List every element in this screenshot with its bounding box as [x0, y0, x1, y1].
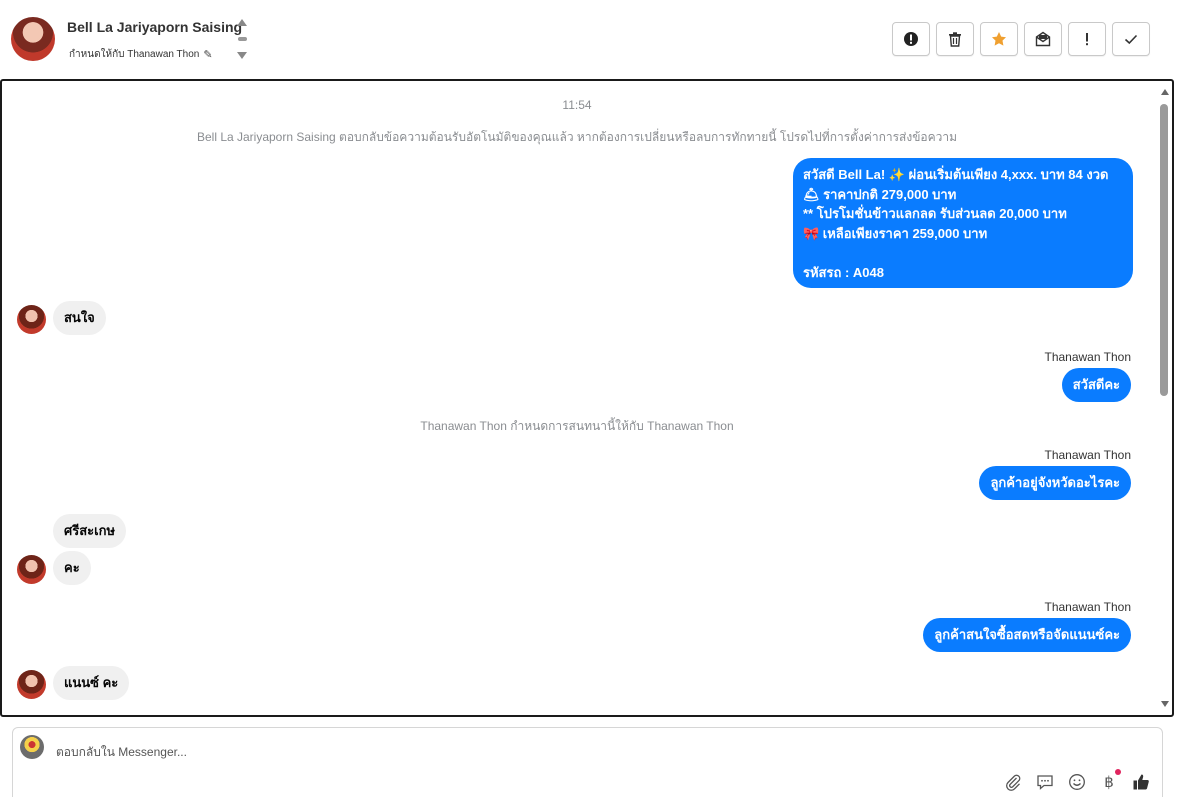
outgoing-message[interactable]: ลูกค้าสนใจซื้อสดหรือจัดแนนซ์คะ: [923, 618, 1131, 652]
chat-scrollbar[interactable]: [1160, 87, 1170, 709]
contact-avatar[interactable]: [11, 17, 55, 61]
drag-handle-icon: [237, 37, 247, 41]
incoming-message[interactable]: แนนซ์ คะ: [53, 666, 130, 700]
exclamation-circle-icon: [904, 32, 918, 46]
outgoing-message[interactable]: สวัสดีคะ: [1061, 368, 1131, 402]
contact-name[interactable]: Bell La Jariyaporn Saising: [67, 19, 242, 35]
delete-button[interactable]: [936, 22, 974, 56]
promo-line: สวัสดี Bell La! ✨ ผ่อนเริ่มต้นเพียง 4,xx…: [803, 167, 1109, 182]
promo-message-bubble[interactable]: สวัสดี Bell La! ✨ ผ่อนเริ่มต้นเพียง 4,xx…: [793, 158, 1133, 288]
notification-dot: [1115, 769, 1121, 775]
saved-replies-button[interactable]: [1035, 772, 1055, 792]
star-button[interactable]: [980, 22, 1018, 56]
chat-bubble-icon: [1037, 775, 1053, 790]
incoming-message[interactable]: ศรีสะเกษ: [53, 514, 127, 548]
like-button[interactable]: [1131, 772, 1151, 792]
assignment-text: กำหนดให้กับ Thanawan Thon: [69, 49, 200, 60]
auto-reply-notice: Bell La Jariyaporn Saising ตอบกลับข้อควา…: [196, 130, 958, 144]
previous-conversation-icon[interactable]: [237, 19, 247, 26]
important-button[interactable]: [1068, 22, 1106, 56]
page-avatar: [20, 735, 44, 759]
paperclip-icon: [1006, 774, 1021, 791]
sender-name: Thanawan Thon: [1044, 600, 1131, 614]
incoming-message[interactable]: คะ: [53, 551, 91, 585]
message-thread[interactable]: 11:54 Bell La Jariyaporn Saising ตอบกลับ…: [0, 79, 1174, 717]
spam-button[interactable]: [892, 22, 930, 56]
promo-line: [803, 243, 1123, 263]
reply-composer[interactable]: ตอบกลับใน Messenger... ฿: [12, 727, 1163, 797]
thumbs-up-icon: [1133, 774, 1149, 790]
promo-line: ** โปรโมชั่นข้าวแลกลด รับส่วนลด 20,000 บ…: [803, 206, 1067, 221]
message-timestamp: 11:54: [562, 98, 592, 112]
smiley-icon: [1069, 774, 1085, 790]
scroll-up-arrow-icon[interactable]: [1161, 89, 1169, 95]
check-icon: [1124, 34, 1138, 45]
scrollbar-thumb[interactable]: [1160, 104, 1168, 396]
exclamation-icon: [1086, 33, 1088, 46]
pencil-icon[interactable]: ✎: [203, 48, 212, 61]
assignment-notice: Thanawan Thon กำหนดการสนทนานี้ให้กับ Tha…: [420, 419, 734, 433]
attach-button[interactable]: [1003, 772, 1023, 792]
assignment-label[interactable]: กำหนดให้กับ Thanawan Thon ✎: [69, 47, 213, 62]
contact-avatar-small: [17, 670, 46, 699]
reply-input[interactable]: ตอบกลับใน Messenger...: [56, 743, 187, 762]
contact-avatar-small: [17, 305, 46, 334]
sender-name: Thanawan Thon: [1044, 350, 1131, 364]
promo-line: รหัสรถ : A048: [803, 264, 884, 280]
conversation-header: Bell La Jariyaporn Saising กำหนดให้กับ T…: [0, 0, 1174, 78]
promo-line: 🎀 เหลือเพียงราคา 259,000 บาท: [803, 225, 988, 241]
contact-avatar-small: [17, 555, 46, 584]
next-conversation-icon[interactable]: [237, 52, 247, 59]
baht-icon: ฿: [1104, 773, 1114, 791]
done-button[interactable]: [1112, 22, 1150, 56]
outgoing-message[interactable]: ลูกค้าอยู่จังหวัดอะไรคะ: [979, 466, 1131, 500]
sender-name: Thanawan Thon: [1044, 448, 1131, 462]
conversation-nav: [236, 19, 248, 59]
scroll-down-arrow-icon[interactable]: [1161, 701, 1169, 707]
envelope-open-icon: [1035, 31, 1051, 47]
promo-line: 🛎 ราคาปกติ 279,000 บาท: [803, 186, 957, 202]
emoji-button[interactable]: [1067, 772, 1087, 792]
star-icon: [992, 32, 1006, 46]
trash-icon: [949, 32, 961, 47]
mark-unread-button[interactable]: [1024, 22, 1062, 56]
header-actions: [892, 22, 1150, 56]
composer-toolbar: ฿: [1003, 769, 1151, 792]
payment-button[interactable]: ฿: [1099, 769, 1121, 792]
incoming-message[interactable]: สนใจ: [53, 301, 106, 335]
